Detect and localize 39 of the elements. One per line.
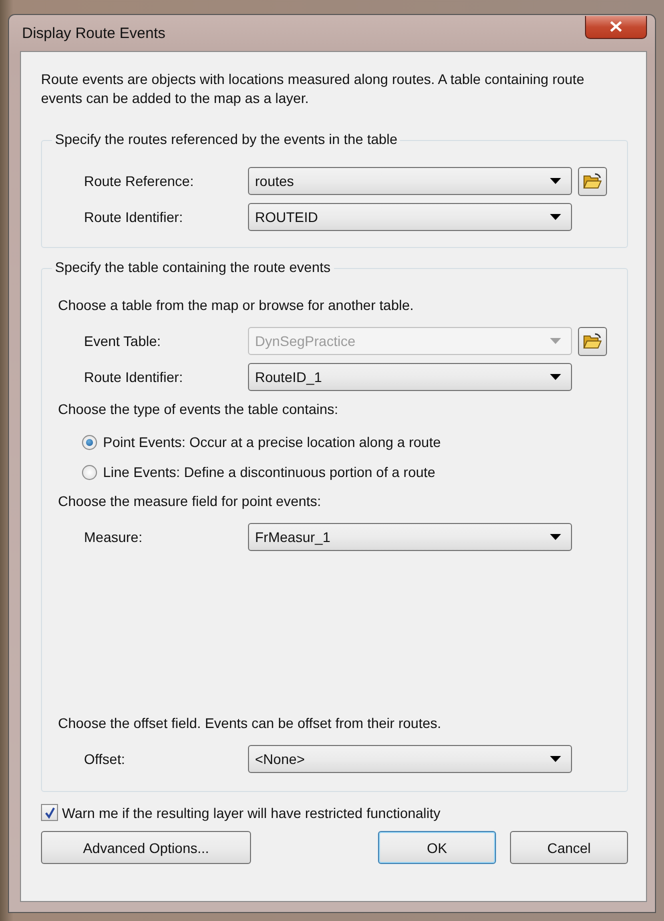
caret-icon <box>550 534 561 540</box>
dropdown[interactable]: routes <box>248 167 572 195</box>
caret-icon <box>550 178 561 184</box>
dropdown[interactable]: RouteID_1 <box>248 363 572 391</box>
instruction-text: Choose the type of events the table contains: <box>58 401 340 417</box>
dropdown[interactable]: FrMeasur_1 <box>248 523 572 551</box>
group-legend: Specify the table containing the route events <box>52 259 334 275</box>
browse-button[interactable] <box>578 166 607 196</box>
instruction-text: Choose the offset field. Events can be offset from their routes. <box>58 715 442 731</box>
field-label: Route Reference: <box>83 173 195 189</box>
caret-icon <box>550 374 561 380</box>
field-label: Route Identifier: <box>83 369 184 385</box>
caret-icon <box>550 338 561 344</box>
instruction-text: Choose the measure field for point events: <box>58 493 322 509</box>
folder-icon <box>583 333 602 349</box>
dialog-button[interactable]: Cancel <box>510 831 628 864</box>
field-label: Offset: <box>83 751 126 767</box>
radio-button[interactable] <box>82 434 97 450</box>
radio-label: Line Events: Define a discontinuous portion of a route <box>103 464 436 480</box>
dialog-button[interactable]: Advanced Options... <box>41 831 251 864</box>
dropdown[interactable]: <None> <box>248 745 572 773</box>
radio-label: Point Events: Occur at a precise location along a route <box>103 434 441 450</box>
close-icon <box>610 21 622 32</box>
instruction-text: Choose a table from the map or browse for another table. <box>58 297 415 313</box>
checkbox-label: Warn me if the resulting layer will have restricted functionality <box>62 804 440 820</box>
window-title: Display Route Events <box>21 24 166 42</box>
caret-icon <box>550 214 561 220</box>
field-label: Route Identifier: <box>83 209 184 225</box>
radio-button[interactable] <box>82 464 97 480</box>
dialog-button[interactable]: OK <box>378 831 496 864</box>
folder-icon <box>583 173 602 189</box>
field-label: Event Table: <box>83 333 162 349</box>
field-label: Measure: <box>83 529 144 545</box>
caret-icon <box>550 756 561 762</box>
dropdown[interactable]: ROUTEID <box>248 203 572 231</box>
group-legend: Specify the routes referenced by the events in the table <box>52 131 400 147</box>
close-button[interactable] <box>585 16 647 38</box>
checkbox[interactable] <box>41 804 58 821</box>
description-text: Route events are objects with locations measured along routes. A table containing route events can be added to the map as a layer. <box>41 70 586 108</box>
